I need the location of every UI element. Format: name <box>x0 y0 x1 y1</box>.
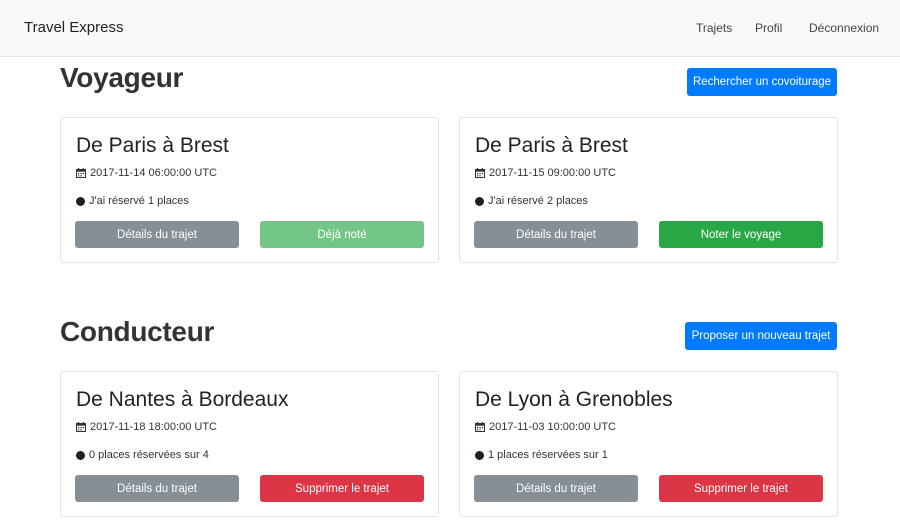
trip-details-button[interactable]: Détails du trajet <box>75 475 239 502</box>
card-title: De Paris à Brest <box>76 134 229 157</box>
already-rated-button[interactable]: Déjà noté <box>260 221 424 248</box>
calendar-icon <box>475 168 485 178</box>
delete-trip-button[interactable]: Supprimer le trajet <box>659 475 823 502</box>
rate-trip-button[interactable]: Noter le voyage <box>659 221 823 248</box>
card-status: J'ai réservé 2 places <box>475 195 588 207</box>
navbar: Travel Express Trajets Profil Déconnexio… <box>0 0 900 57</box>
trip-details-button[interactable]: Détails du trajet <box>75 221 239 248</box>
card-status: J'ai réservé 1 places <box>76 195 189 207</box>
card-date: 2017-11-18 18:00:00 UTC <box>76 421 217 433</box>
brand-link[interactable]: Travel Express <box>24 19 123 36</box>
card-title: De Nantes à Bordeaux <box>76 388 289 411</box>
card-status: 0 places réservées sur 4 <box>76 449 209 461</box>
conducteur-heading: Conducteur <box>60 316 215 347</box>
circle-icon <box>475 196 484 206</box>
card-status-text: J'ai réservé 2 places <box>488 195 588 207</box>
calendar-icon <box>475 422 485 432</box>
card-date: 2017-11-03 10:00:00 UTC <box>475 421 616 433</box>
card-title: De Lyon à Grenobles <box>475 388 673 411</box>
delete-trip-button[interactable]: Supprimer le trajet <box>260 475 424 502</box>
search-carpool-button[interactable]: Rechercher un covoiturage <box>687 68 837 96</box>
card-status-text: 1 places réservées sur 1 <box>488 449 608 461</box>
card-date-text: 2017-11-18 18:00:00 UTC <box>90 421 217 433</box>
card-date-text: 2017-11-03 10:00:00 UTC <box>489 421 616 433</box>
nav-link-trajets[interactable]: Trajets <box>696 21 732 35</box>
card-title: De Paris à Brest <box>475 134 628 157</box>
nav-link-deconnexion[interactable]: Déconnexion <box>809 21 879 35</box>
voyageur-heading: Voyageur <box>60 62 184 93</box>
card-status-text: 0 places réservées sur 4 <box>89 449 209 461</box>
calendar-icon <box>76 422 86 432</box>
circle-icon <box>475 450 484 460</box>
calendar-icon <box>76 168 86 178</box>
circle-icon <box>76 450 85 460</box>
trip-card: De Paris à Brest 2017-11-15 09:00:00 UTC… <box>459 117 838 263</box>
nav-link-profil[interactable]: Profil <box>755 21 782 35</box>
trip-card: De Nantes à Bordeaux 2017-11-18 18:00:00… <box>60 371 439 517</box>
circle-icon <box>76 196 85 206</box>
trip-details-button[interactable]: Détails du trajet <box>474 475 638 502</box>
trip-card: De Lyon à Grenobles 2017-11-03 10:00:00 … <box>459 371 838 517</box>
card-date-text: 2017-11-15 09:00:00 UTC <box>489 167 616 179</box>
card-date: 2017-11-14 06:00:00 UTC <box>76 167 217 179</box>
card-status: 1 places réservées sur 1 <box>475 449 608 461</box>
card-date: 2017-11-15 09:00:00 UTC <box>475 167 616 179</box>
card-date-text: 2017-11-14 06:00:00 UTC <box>90 167 217 179</box>
propose-trip-button[interactable]: Proposer un nouveau trajet <box>685 322 837 350</box>
trip-card: De Paris à Brest 2017-11-14 06:00:00 UTC… <box>60 117 439 263</box>
card-status-text: J'ai réservé 1 places <box>89 195 189 207</box>
trip-details-button[interactable]: Détails du trajet <box>474 221 638 248</box>
